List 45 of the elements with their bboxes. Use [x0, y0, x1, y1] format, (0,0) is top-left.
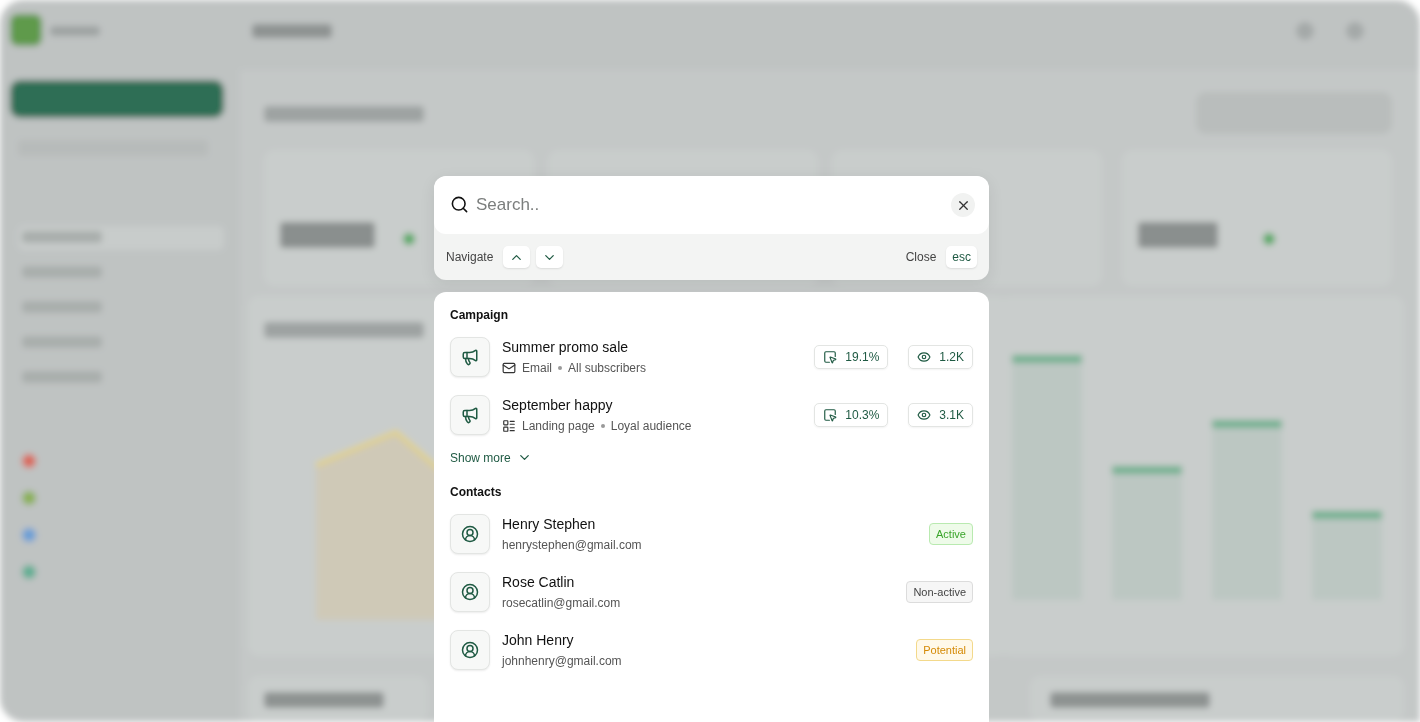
- campaign-name: September happy: [502, 397, 614, 413]
- campaign-name: Summer promo sale: [502, 339, 630, 355]
- status-badge: Active: [929, 523, 973, 545]
- status-badge: Non-active: [906, 581, 973, 603]
- contact-name: Rose Catlin: [502, 574, 576, 590]
- user-icon: [450, 514, 490, 554]
- megaphone-icon: [450, 337, 490, 377]
- contact-result[interactable]: Rose Catlin rosecatlin@gmail.com Non-active: [450, 563, 973, 621]
- channel-text: Email: [522, 361, 552, 375]
- user-icon: [450, 630, 490, 670]
- list-window-icon: [502, 419, 516, 433]
- audience-text: All subscribers: [568, 361, 647, 375]
- show-more-link[interactable]: Show more: [450, 450, 532, 465]
- navigate-label: Navigate: [446, 250, 494, 264]
- contact-result[interactable]: Henry Stephen henrystephen@gmail.com Active: [450, 505, 973, 563]
- contact-email: rosecatlin@gmail.com: [502, 596, 622, 610]
- search-field[interactable]: Search..: [434, 176, 989, 234]
- contact-result[interactable]: John Henry johnhenry@gmail.com Potential: [450, 621, 973, 679]
- status-badge: Potential: [916, 639, 973, 661]
- envelope-icon: [502, 361, 516, 375]
- contact-name: Henry Stephen: [502, 516, 597, 532]
- channel-text: Landing page: [522, 419, 595, 433]
- megaphone-icon: [450, 395, 490, 435]
- campaign-result[interactable]: September happy Landing page Loyal audience 10.3% 3.1K: [450, 386, 973, 444]
- pointer-square-icon: [823, 350, 838, 364]
- campaign-result[interactable]: Summer promo sale Email All subscribers 19.1% 1.2K: [450, 328, 973, 386]
- close-label: Close: [905, 250, 937, 264]
- section-heading: Contacts: [450, 485, 503, 499]
- esc-key[interactable]: esc: [946, 246, 977, 268]
- contact-name: John Henry: [502, 632, 575, 648]
- pointer-square-icon: [823, 408, 838, 422]
- views-value: 1.2K: [939, 350, 964, 364]
- up-key[interactable]: [503, 246, 531, 268]
- audience-text: Loyal audience: [610, 419, 692, 433]
- user-icon: [450, 572, 490, 612]
- contact-email: henrystephen@gmail.com: [502, 538, 643, 552]
- contact-email: johnhenry@gmail.com: [502, 654, 623, 668]
- search-icon: [450, 195, 469, 214]
- click-rate-value: 10.3%: [845, 408, 880, 422]
- down-key[interactable]: [536, 246, 564, 268]
- section-heading: Campaign: [450, 308, 509, 322]
- eye-icon: [917, 350, 932, 364]
- views-value: 3.1K: [939, 408, 964, 422]
- click-rate-value: 19.1%: [845, 350, 880, 364]
- eye-icon: [917, 408, 932, 422]
